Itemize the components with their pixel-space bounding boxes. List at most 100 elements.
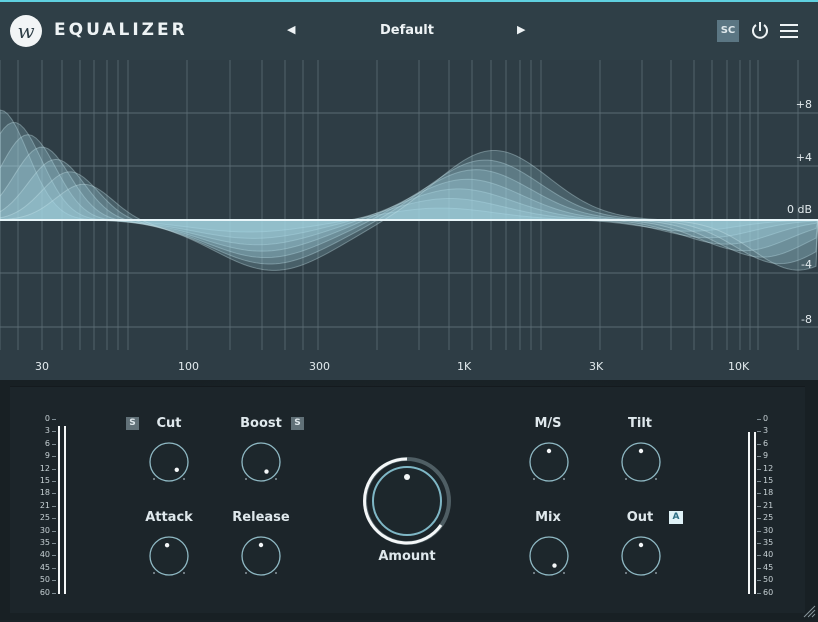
meter-scale-label: 18 xyxy=(763,488,774,498)
power-icon[interactable] xyxy=(750,20,770,42)
mix-label: Mix xyxy=(535,510,561,525)
meter-scale-label: 15 xyxy=(763,476,774,485)
meter-scale-label: 21 xyxy=(763,500,774,510)
amount-label: Amount xyxy=(378,549,436,564)
meter-scale-label: 21 xyxy=(39,500,50,510)
meter-tick xyxy=(757,493,761,495)
meter-tick xyxy=(757,505,761,507)
meter-tick xyxy=(757,543,761,544)
meter-level-bar xyxy=(58,426,60,594)
meter-scale-label: 30 xyxy=(39,525,50,535)
meter-scale-label: 50 xyxy=(763,575,774,585)
meter-tick xyxy=(52,493,56,495)
meter-scale-label: 60 xyxy=(39,587,50,597)
meter-scale-label: 30 xyxy=(763,525,774,535)
menu-icon[interactable] xyxy=(780,22,798,40)
meter-tick xyxy=(52,580,56,582)
meter-tick xyxy=(52,468,56,470)
db-label: +8 xyxy=(795,98,812,111)
amount-knob[interactable] xyxy=(361,455,453,547)
out-knob[interactable] xyxy=(619,534,663,578)
boost-solo-button[interactable]: S xyxy=(291,417,304,430)
freq-label: 3K xyxy=(589,360,604,373)
preset-prev-button[interactable]: ◀ xyxy=(287,23,295,36)
meter-tick xyxy=(52,555,56,557)
ms-label: M/S xyxy=(534,416,562,431)
freq-label: 1K xyxy=(457,360,472,373)
db-label: -8 xyxy=(801,313,812,326)
db-label: +4 xyxy=(795,151,812,164)
eq-curves xyxy=(0,60,818,350)
meter-tick xyxy=(52,481,56,482)
preset-name[interactable]: Default xyxy=(340,23,474,38)
meter-scale-label: 9 xyxy=(763,451,769,461)
release-knob[interactable] xyxy=(239,534,283,578)
meter-scale-label: 18 xyxy=(39,488,50,498)
out-label: Out xyxy=(626,510,654,525)
freq-label: 30 xyxy=(35,360,49,373)
meter-scale-label: 3 xyxy=(44,426,50,436)
boost-knob[interactable] xyxy=(239,440,283,484)
meter-scale-label: 6 xyxy=(44,438,50,448)
freq-label: 10K xyxy=(728,360,750,373)
plugin-title: EQUALIZER xyxy=(54,20,188,40)
freq-label: 300 xyxy=(309,360,330,373)
meter-tick xyxy=(52,456,56,458)
resize-handle[interactable] xyxy=(800,602,816,618)
meter-level-bar xyxy=(748,432,750,594)
logo-icon: w xyxy=(10,15,42,47)
meter-scale-label: 35 xyxy=(39,538,50,547)
ms-knob[interactable] xyxy=(527,440,571,484)
meter-tick xyxy=(757,530,761,532)
meter-scale-label: 25 xyxy=(763,513,774,523)
meter-scale-label: 35 xyxy=(763,538,774,547)
meter-tick xyxy=(757,431,761,433)
meter-tick xyxy=(52,518,56,520)
meter-scale-label: 40 xyxy=(763,550,774,560)
meter-scale-label: 0 xyxy=(763,414,769,423)
meter-tick xyxy=(757,580,761,582)
meter-level-bar xyxy=(754,432,756,594)
release-label: Release xyxy=(232,510,290,525)
attack-label: Attack xyxy=(145,510,193,525)
tilt-knob[interactable] xyxy=(619,440,663,484)
db-label: -4 xyxy=(801,258,812,271)
meter-tick xyxy=(52,505,56,507)
meter-tick xyxy=(757,518,761,520)
eq-graph[interactable]: +8 +4 0 dB -4 -8 30 100 300 1K 3K 10K xyxy=(0,60,818,380)
meter-scale-label: 50 xyxy=(39,575,50,585)
meter-scale-label: 6 xyxy=(763,438,769,448)
sidechain-button[interactable]: SC xyxy=(717,20,739,42)
db-label: 0 dB xyxy=(786,203,812,216)
auto-gain-button[interactable]: A xyxy=(669,511,683,524)
mix-knob[interactable] xyxy=(527,534,571,578)
freq-label: 100 xyxy=(178,360,199,373)
preset-next-button[interactable]: ▶ xyxy=(517,23,525,36)
meter-tick xyxy=(757,592,761,594)
meter-tick xyxy=(757,567,761,569)
meter-tick xyxy=(757,456,761,458)
meter-tick xyxy=(757,419,761,420)
meter-scale-label: 45 xyxy=(763,562,774,572)
meter-tick xyxy=(52,443,56,445)
attack-knob[interactable] xyxy=(147,534,191,578)
meter-tick xyxy=(52,592,56,594)
meter-level-bar xyxy=(64,426,66,594)
meter-scale-label: 12 xyxy=(763,463,774,473)
meter-tick xyxy=(52,419,56,420)
meter-scale-label: 12 xyxy=(39,463,50,473)
meter-tick xyxy=(52,431,56,433)
meter-scale-label: 25 xyxy=(39,513,50,523)
meter-scale-label: 40 xyxy=(39,550,50,560)
cut-label: Cut xyxy=(156,416,182,431)
meter-tick xyxy=(757,468,761,470)
cut-solo-button[interactable]: S xyxy=(126,417,139,430)
meter-tick xyxy=(757,481,761,482)
eq-curve xyxy=(0,149,818,271)
meter-scale-label: 9 xyxy=(44,451,50,461)
meter-tick xyxy=(52,543,56,544)
header-bar: w EQUALIZER ◀ Default ▶ SC xyxy=(0,2,818,60)
cut-knob[interactable] xyxy=(147,440,191,484)
tilt-label: Tilt xyxy=(628,416,652,431)
meter-scale-label: 45 xyxy=(39,562,50,572)
